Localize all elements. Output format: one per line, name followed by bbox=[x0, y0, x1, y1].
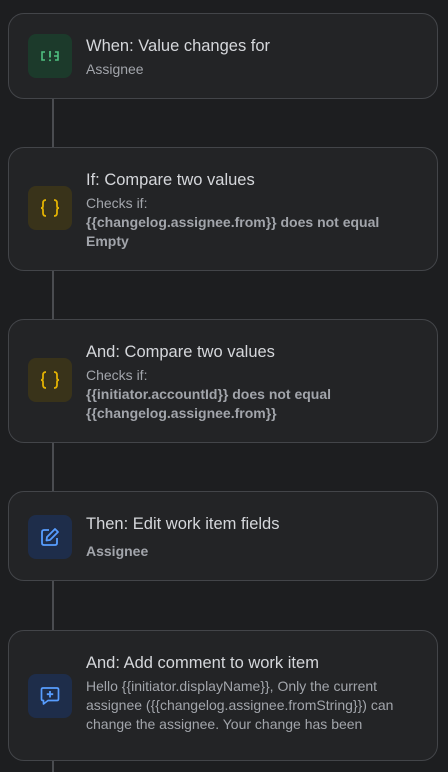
condition-card[interactable]: And: Compare two values Checks if: {{ini… bbox=[8, 319, 438, 443]
step-title: And: Compare two values bbox=[86, 343, 275, 361]
action-card[interactable]: And: Add comment to work item Hello {{in… bbox=[8, 630, 438, 761]
comment-add-icon bbox=[28, 674, 72, 718]
step-title: And: Add comment to work item bbox=[86, 654, 319, 672]
step-connector bbox=[52, 442, 54, 492]
curly-braces-icon bbox=[28, 358, 72, 402]
trigger-icon bbox=[28, 34, 72, 78]
step-connector bbox=[52, 270, 54, 320]
step-detail: Assignee bbox=[86, 61, 144, 77]
step-connector bbox=[52, 98, 54, 148]
step-connector bbox=[52, 580, 54, 631]
step-detail: Checks if: {{changelog.assignee.from}} d… bbox=[86, 194, 423, 251]
step-detail: Assignee bbox=[86, 543, 149, 559]
edit-icon bbox=[28, 515, 72, 559]
automation-rule-canvas: When: Value changes for Assignee If: Com… bbox=[0, 0, 448, 772]
condition-expression: {{initiator.accountId}} does not equal {… bbox=[86, 386, 332, 421]
trigger-card[interactable]: When: Value changes for Assignee bbox=[8, 13, 438, 99]
curly-braces-icon bbox=[28, 186, 72, 230]
step-detail: Checks if: {{initiator.accountId}} does … bbox=[86, 366, 423, 423]
step-title: When: Value changes for bbox=[86, 37, 271, 55]
step-title: Then: Edit work item fields bbox=[86, 515, 280, 533]
step-connector bbox=[52, 760, 54, 772]
condition-expression: {{changelog.assignee.from}} does not equ… bbox=[86, 214, 380, 249]
checks-label: Checks if: bbox=[86, 367, 148, 383]
step-title: If: Compare two values bbox=[86, 171, 255, 189]
comment-preview: Hello {{initiator.displayName}}, Only th… bbox=[86, 678, 394, 732]
checks-label: Checks if: bbox=[86, 195, 148, 211]
condition-card[interactable]: If: Compare two values Checks if: {{chan… bbox=[8, 147, 438, 271]
action-card[interactable]: Then: Edit work item fields Assignee bbox=[8, 491, 438, 581]
